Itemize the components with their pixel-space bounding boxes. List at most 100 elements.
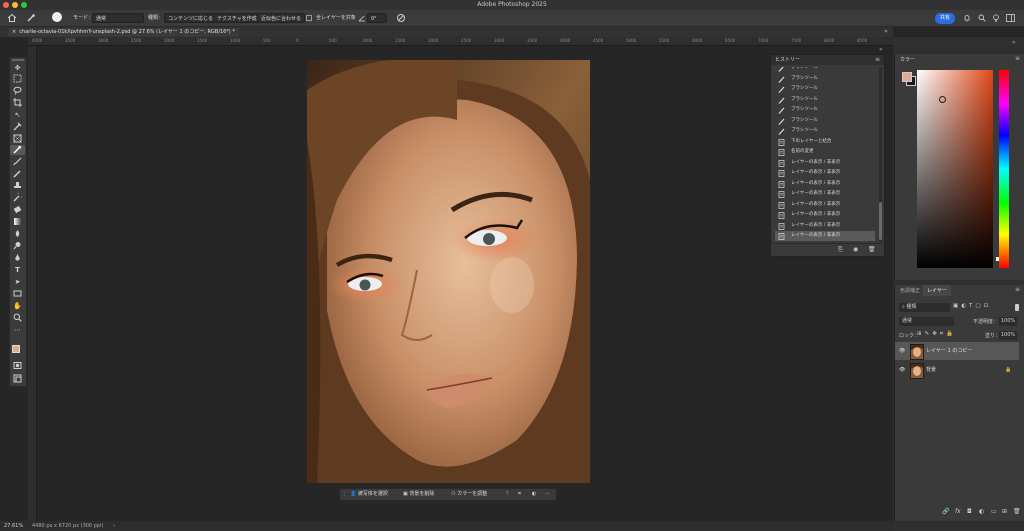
adjust-color-button[interactable]: ⚇ カラーを調整 xyxy=(451,490,487,499)
history-panel-menu-icon[interactable]: ≡ xyxy=(875,56,880,63)
lock-transparent-icon[interactable]: ⊞ xyxy=(917,331,925,337)
zoom-tool-icon[interactable] xyxy=(12,313,23,323)
foreground-color-swatch[interactable] xyxy=(12,345,20,353)
learn-icon[interactable] xyxy=(992,14,1000,22)
new-group-icon[interactable]: ▭ xyxy=(991,508,997,515)
transform-icon[interactable]: ⌗ xyxy=(518,490,521,499)
document-info[interactable]: 4480 px x 6720 px (300 ppi) xyxy=(32,521,103,531)
filter-pixel-icon[interactable]: ▣ xyxy=(953,303,961,309)
delete-state-icon[interactable]: 🗑 xyxy=(868,246,876,253)
lock-position-icon[interactable]: ✥ xyxy=(932,331,940,337)
add-mask-icon[interactable]: ◘ xyxy=(967,508,972,515)
history-state[interactable]: レイヤーの表示 / 非表示 xyxy=(775,179,875,189)
layer-filter-select[interactable]: ⌕ 種類 xyxy=(899,303,950,312)
pressure-icon[interactable] xyxy=(396,13,406,23)
saturation-brightness-field[interactable] xyxy=(917,70,993,268)
history-state[interactable]: ブラシツール xyxy=(775,105,875,115)
spot-healing-brush-tool-icon[interactable] xyxy=(10,145,25,155)
pen-tool-icon[interactable] xyxy=(12,253,23,263)
history-state[interactable]: 名前の変更 xyxy=(775,147,875,157)
history-state[interactable]: レイヤーの表示 / 非表示 xyxy=(775,231,875,241)
screen-mode-icon[interactable] xyxy=(12,374,23,384)
more-options-icon[interactable]: ⋯ xyxy=(545,490,550,499)
color-picker-cursor[interactable] xyxy=(939,96,946,103)
mode-select[interactable]: 通常 xyxy=(92,13,144,23)
home-icon[interactable] xyxy=(7,13,17,23)
content-aware-button[interactable]: コンテンツに応じる xyxy=(164,13,218,23)
sample-all-layers-checkbox[interactable] xyxy=(306,15,312,21)
fill-input[interactable]: 100% xyxy=(999,331,1017,340)
layer-thumbnail[interactable] xyxy=(910,363,924,379)
filter-shape-icon[interactable]: ▢ xyxy=(975,303,983,309)
new-layer-icon[interactable]: ⊞ xyxy=(1002,508,1007,515)
clone-stamp-tool-icon[interactable] xyxy=(12,181,23,191)
layer-row[interactable]: 👁 背景 🔒 xyxy=(895,361,1019,379)
move-tool-icon[interactable]: ✥ xyxy=(12,63,23,73)
filter-smart-icon[interactable]: ⊡ xyxy=(984,303,992,309)
dodge-tool-icon[interactable] xyxy=(12,241,23,251)
share-button[interactable]: 共有 xyxy=(935,13,955,24)
rectangle-tool-icon[interactable] xyxy=(12,289,23,299)
history-state[interactable]: ブラシツール xyxy=(775,67,875,73)
layer-name[interactable]: 背景 xyxy=(926,361,936,379)
brush-tool-icon[interactable] xyxy=(12,157,23,167)
history-state[interactable]: レイヤーの表示 / 非表示 xyxy=(775,158,875,168)
proximity-match-button[interactable]: 近似色に合わせる xyxy=(257,13,306,23)
layer-name[interactable]: レイヤー 1 のコピー xyxy=(926,342,972,360)
lasso-tool-icon[interactable] xyxy=(12,86,23,96)
eraser-tool-icon[interactable] xyxy=(12,205,23,215)
history-state[interactable]: レイヤーの表示 / 非表示 xyxy=(775,189,875,199)
history-state[interactable]: レイヤーの表示 / 非表示 xyxy=(775,200,875,210)
tab-layers[interactable]: レイヤー xyxy=(923,285,951,296)
document-tab[interactable]: × charlie-octavia-01kXpvhhrnY-unsplash-2.… xyxy=(8,28,239,37)
tab-overflow-icon[interactable]: » xyxy=(884,28,888,35)
marquee-tool-icon[interactable] xyxy=(12,74,23,84)
type-tool-icon[interactable]: T xyxy=(12,265,23,275)
history-state[interactable]: レイヤーの表示 / 非表示 xyxy=(775,210,875,220)
history-state[interactable]: ブラシツール xyxy=(775,126,875,136)
history-state[interactable]: ブラシツール xyxy=(775,84,875,94)
healing-brush-tool-icon[interactable] xyxy=(26,13,36,23)
search-icon[interactable] xyxy=(978,14,986,22)
layer-row[interactable]: 👁 レイヤー 1 のコピー xyxy=(895,342,1019,360)
workspace-icon[interactable] xyxy=(1006,14,1015,22)
tab-adjustments[interactable]: 色調補正 xyxy=(900,287,920,294)
hand-tool-icon[interactable]: ✋ xyxy=(12,301,23,311)
pencil-tool-icon[interactable] xyxy=(12,169,23,179)
contrast-icon[interactable]: ◐ xyxy=(532,490,536,499)
history-collapse-icon[interactable]: » xyxy=(879,46,883,53)
angle-input[interactable]: 0° xyxy=(367,13,387,23)
crop-tool-icon[interactable] xyxy=(12,98,23,108)
bell-icon[interactable] xyxy=(963,14,971,22)
quick-mask-icon[interactable] xyxy=(12,361,23,371)
opacity-input[interactable]: 100% xyxy=(999,317,1017,326)
history-state[interactable]: レイヤーの表示 / 非表示 xyxy=(775,168,875,178)
new-adjustment-layer-icon[interactable]: ◐ xyxy=(979,508,984,515)
link-layers-icon[interactable]: 🔗 xyxy=(942,508,949,515)
new-document-from-state-icon[interactable]: ⎘ xyxy=(838,246,843,254)
layer-style-icon[interactable]: fx xyxy=(955,508,961,515)
gradient-tool-icon[interactable] xyxy=(12,217,23,227)
frame-tool-icon[interactable] xyxy=(12,134,23,144)
status-arrow-icon[interactable]: › xyxy=(113,521,115,531)
document-canvas[interactable] xyxy=(307,60,590,483)
more-tools-icon[interactable]: ⋯ xyxy=(12,325,23,335)
history-state[interactable]: ブラシツール xyxy=(775,116,875,126)
ctx-grip-icon[interactable]: ⋮ xyxy=(342,490,347,499)
blur-tool-icon[interactable] xyxy=(12,229,23,239)
history-state[interactable]: ブラシツール xyxy=(775,95,875,105)
layer-visibility-icon[interactable]: 👁 xyxy=(899,361,905,379)
panel-collapse-icon[interactable]: » xyxy=(1012,39,1016,46)
hue-slider-thumb[interactable] xyxy=(996,257,999,261)
layer-visibility-icon[interactable]: 👁 xyxy=(899,342,905,360)
eyedropper-tool-icon[interactable] xyxy=(12,122,23,132)
delete-layer-icon[interactable]: 🗑 xyxy=(1013,508,1021,515)
magic-wand-icon[interactable]: ⚚ xyxy=(505,490,509,499)
zoom-level[interactable]: 27.61% xyxy=(4,521,23,531)
lock-all-icon[interactable]: 🔒 xyxy=(946,331,956,337)
hue-slider[interactable] xyxy=(996,70,1009,268)
blend-mode-select[interactable]: 通常 xyxy=(899,317,954,326)
document-close-icon[interactable]: × xyxy=(12,29,16,35)
select-subject-button[interactable]: 👤 被写体を選択 xyxy=(350,490,388,499)
toolbar-grip[interactable] xyxy=(12,59,24,61)
